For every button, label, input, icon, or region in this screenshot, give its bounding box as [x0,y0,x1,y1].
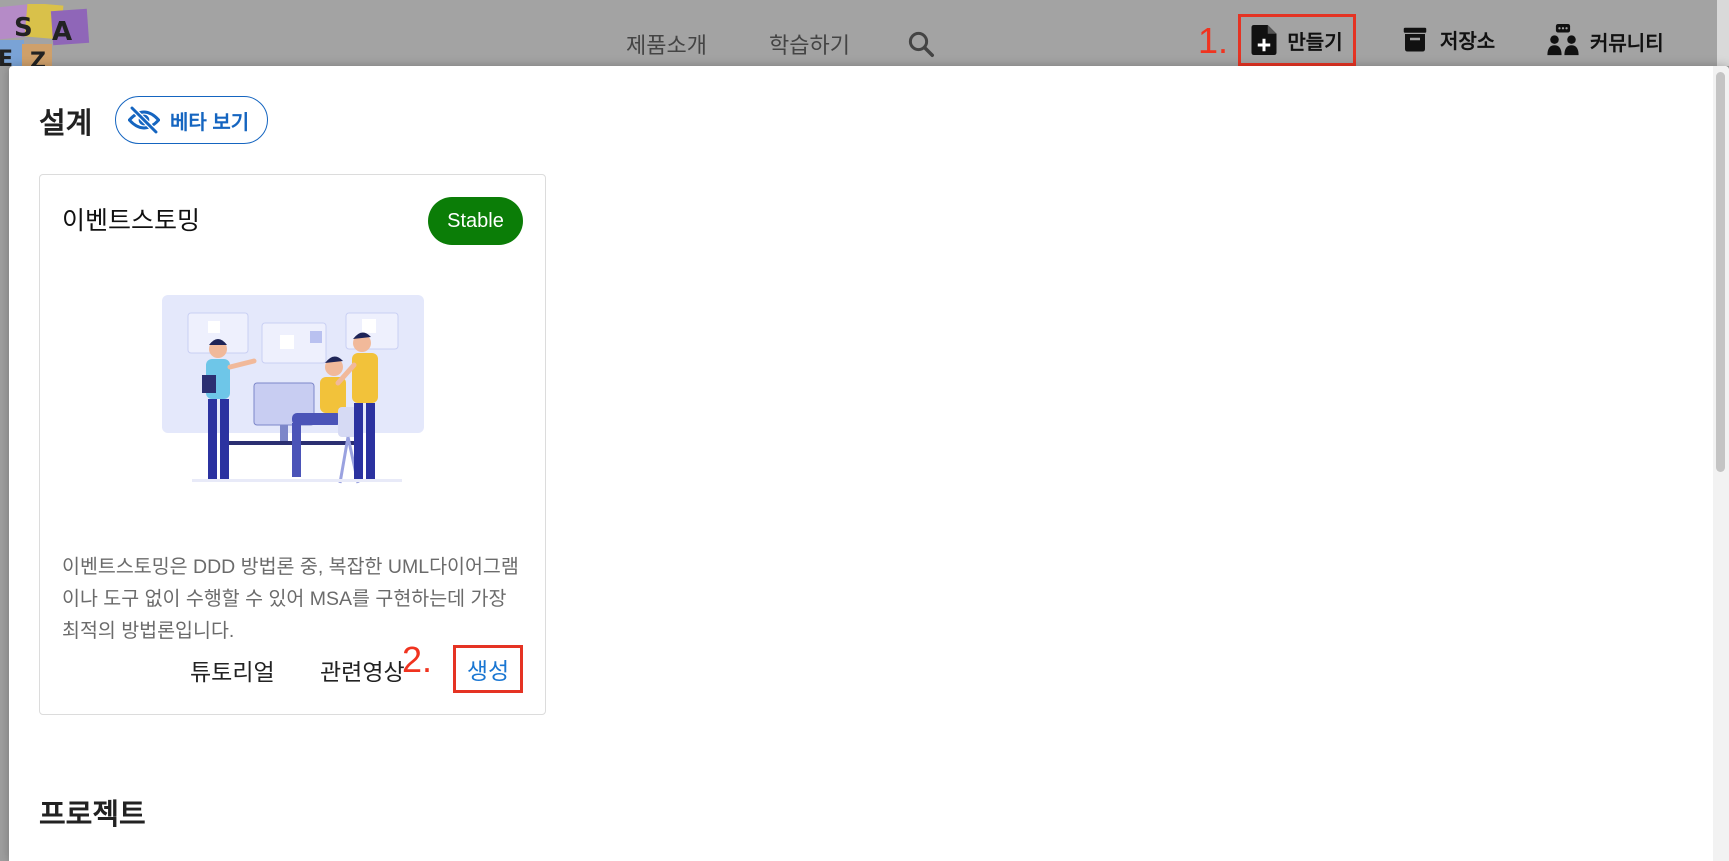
card-actions: 튜토리얼 관련영상 2. 생성 [40,639,547,695]
page-scrollbar[interactable] [1717,0,1729,66]
svg-text:A: A [52,17,72,47]
community-menu-button[interactable]: 커뮤니티 [1546,24,1664,58]
beta-view-label: 베타 보기 [170,111,250,134]
status-badge: Stable [428,197,523,245]
card-title: 이벤트스토밍 [62,207,201,235]
event-storming-card: 이벤트스토밍 Stable 이벤트스토밍은 DDD 방법론 중, 복잡한 UML… [39,174,546,715]
top-navigation-bar: S A E Z 제품소개 학습하기 1. 만들기 저장소 커뮤니티 [0,0,1729,66]
center-nav: 제품소개 학습하기 [626,28,936,60]
svg-text:E: E [0,47,13,66]
app-logo[interactable]: S A E Z [0,4,92,66]
annotation-step-2: 2. [402,639,433,680]
create-button[interactable]: 생성 [453,645,523,693]
dialog-scrollbar-thumb[interactable] [1716,72,1725,472]
file-plus-icon [1251,25,1277,55]
related-video-button[interactable]: 관련영상 [320,653,405,687]
team-collaboration-illustration [162,295,424,484]
community-menu-label: 커뮤니티 [1590,32,1664,55]
svg-text:Z: Z [30,49,46,66]
dialog-scrollbar[interactable] [1713,66,1729,861]
beta-view-button[interactable]: 베타 보기 [115,96,269,144]
archive-icon [1403,27,1427,52]
create-menu-button[interactable]: 만들기 [1238,14,1356,66]
community-icon [1547,24,1579,56]
search-icon[interactable] [906,29,936,59]
eye-off-icon [128,106,160,134]
create-dialog: 설계 베타 보기 이벤트스토밍 Stable 이벤트스토밍은 DDD 방법론 중… [9,66,1729,861]
create-menu-label: 만들기 [1287,31,1343,54]
annotation-step-1: 1. [1198,20,1229,61]
storage-menu-button[interactable]: 저장소 [1400,24,1495,54]
nav-product-intro[interactable]: 제품소개 [626,28,707,60]
project-section-title: 프로젝트 [39,799,146,831]
storage-menu-label: 저장소 [1440,30,1496,53]
design-section-title: 설계 [39,108,93,140]
card-description: 이벤트스토밍은 DDD 방법론 중, 복잡한 UML다이어그램이나 도구 없이 … [62,556,519,642]
svg-text:S: S [14,13,33,43]
tutorial-button[interactable]: 튜토리얼 [190,653,275,687]
nav-learn[interactable]: 학습하기 [769,28,850,60]
